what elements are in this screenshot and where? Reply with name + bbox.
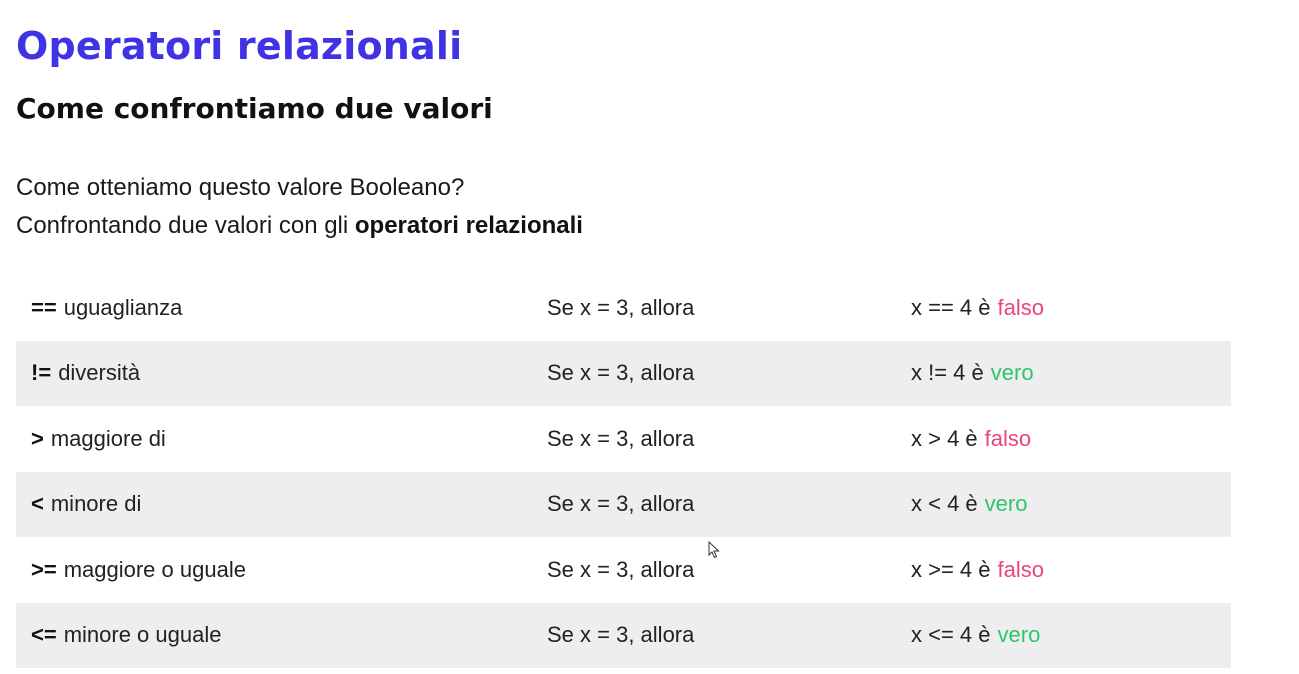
operator-symbol: != (31, 360, 52, 386)
operator-symbol: > (31, 425, 44, 451)
operator-description: maggiore o uguale (63, 556, 246, 582)
operator-description: maggiore di (50, 425, 166, 451)
operator-description: minore o uguale (63, 622, 222, 648)
mouse-pointer-icon (708, 541, 720, 559)
operator-cell: != diversità (31, 341, 140, 407)
result-expression: x == 4 è (911, 294, 991, 320)
operator-symbol: == (31, 294, 57, 320)
result-value: vero (990, 360, 1034, 386)
result-expression: x > 4 è (911, 425, 978, 451)
result-cell: x == 4 è falso (911, 275, 1044, 341)
operator-description: uguaglianza (63, 294, 183, 320)
operator-cell: > maggiore di (31, 406, 166, 472)
result-cell: x >= 4 è falso (911, 537, 1044, 603)
condition-cell: Se x = 3, allora (547, 294, 695, 320)
result-value: falso (997, 556, 1044, 582)
operator-description: diversità (58, 360, 141, 386)
table-row: != diversità Se x = 3, allora x != 4 è ver… (16, 340, 1231, 407)
table-row: > maggiore di Se x = 3, allora x > 4 è fal… (16, 406, 1231, 472)
intro-line-2-prefix: Confrontando due valori con gli (16, 212, 349, 239)
result-cell: x <= 4 è vero (911, 603, 1040, 669)
operator-cell: <= minore o uguale (31, 603, 221, 669)
operator-symbol: < (31, 491, 44, 517)
result-cell: x != 4 è vero (911, 341, 1034, 407)
result-expression: x < 4 è (911, 491, 978, 517)
result-expression: x <= 4 è (911, 622, 991, 648)
table-row: <= minore o uguale Se x = 3, allora x <= … (16, 602, 1231, 669)
operator-symbol: >= (31, 556, 57, 582)
result-cell: x > 4 è falso (911, 406, 1031, 472)
intro-line-2: Confrontando due valori con gli operator… (16, 207, 583, 245)
operator-symbol: <= (31, 622, 57, 648)
operator-cell: >= maggiore o uguale (31, 537, 246, 603)
condition-cell: Se x = 3, allora (547, 425, 695, 451)
intro-line-1: Come otteniamo questo valore Booleano? (16, 174, 465, 201)
operator-cell: == uguaglianza (31, 275, 182, 341)
operators-table: == uguaglianza Se x = 3, allora x == 4 èf… (16, 275, 1231, 668)
result-value: falso (997, 294, 1044, 320)
result-cell: x < 4 è vero (911, 472, 1027, 538)
table-row: < minore di Se x = 3, allora x < 4 è vero (16, 471, 1231, 538)
intro-text: Come otteniamo questo valore Booleano? C… (16, 169, 583, 245)
condition-cell: Se x = 3, allora (547, 622, 695, 648)
table-row: == uguaglianza Se x = 3, allora x == 4 èf… (16, 275, 1231, 341)
result-value: vero (997, 622, 1041, 648)
result-expression: x != 4 è (911, 360, 984, 386)
result-value: falso (984, 425, 1032, 451)
operator-cell: < minore di (31, 472, 141, 538)
intro-line-2-bold: operatori relazionali (354, 212, 583, 239)
condition-cell: Se x = 3, allora (547, 491, 695, 517)
table-row: >= maggiore o uguale Se x = 3, allora x >… (16, 537, 1231, 603)
condition-cell: Se x = 3, allora (547, 556, 695, 582)
condition-cell: Se x = 3, allora (547, 360, 695, 386)
operator-description: minore di (50, 491, 142, 517)
result-expression: x >= 4 è (911, 556, 991, 582)
page-title: Operatori relazionali (16, 24, 463, 68)
page-subtitle: Come confrontiamo due valori (16, 92, 493, 125)
result-value: vero (984, 491, 1028, 517)
